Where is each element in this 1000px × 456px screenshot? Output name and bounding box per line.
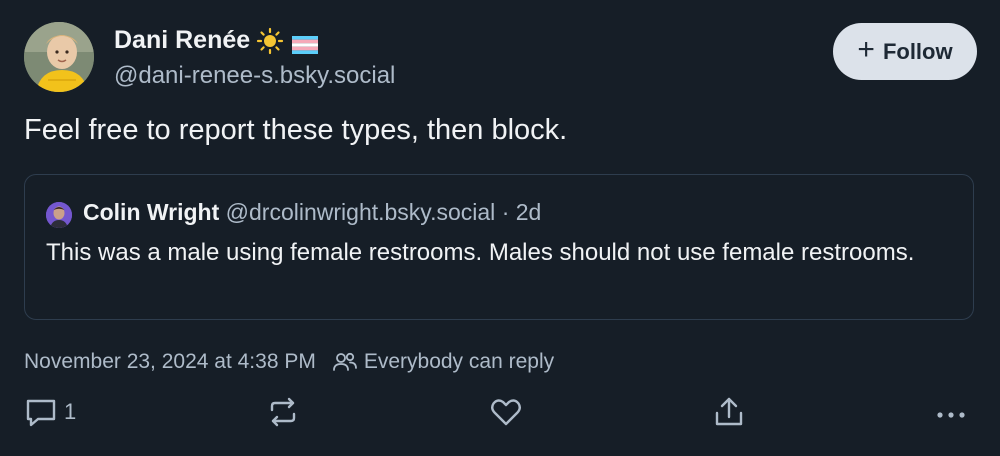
trans-flag-icon: [292, 32, 319, 54]
quote-author-handle: @drcolinwright.bsky.social: [225, 199, 496, 225]
sun-icon: [256, 27, 284, 55]
author-name[interactable]: Dani Renée: [114, 26, 250, 55]
follow-button[interactable]: + Follow: [833, 23, 977, 80]
author-handle[interactable]: @dani-renee-s.bsky.social: [114, 62, 395, 90]
repost-button[interactable]: [266, 395, 300, 429]
more-options-button[interactable]: [934, 395, 968, 429]
reply-setting[interactable]: Everybody can reply: [364, 350, 554, 374]
quote-meta: Colin Wright @drcolinwright.bsky.social …: [83, 199, 541, 226]
author-name-row[interactable]: Dani Renée: [114, 26, 319, 55]
quoted-post[interactable]: Colin Wright @drcolinwright.bsky.social …: [24, 174, 974, 320]
reply-button[interactable]: 1: [24, 395, 76, 429]
post-card: Dani Renée @dani-renee-s.bsky.social + F…: [0, 0, 1000, 456]
quote-author-avatar: [46, 202, 72, 228]
reply-icon: [24, 395, 58, 429]
post-meta: November 23, 2024 at 4:38 PM Everybody c…: [24, 350, 554, 374]
quote-text: This was a male using female restrooms. …: [46, 239, 915, 266]
plus-icon: +: [857, 33, 875, 66]
people-icon: [332, 350, 358, 374]
post-timestamp: November 23, 2024 at 4:38 PM: [24, 350, 316, 373]
action-bar: 1: [0, 395, 1000, 439]
like-icon: [489, 395, 523, 429]
more-icon: [934, 395, 968, 429]
follow-label: Follow: [882, 38, 953, 64]
post-text: Feel free to report these types, then bl…: [24, 114, 568, 146]
repost-icon: [266, 395, 300, 429]
quote-author-name: Colin Wright: [83, 199, 220, 225]
share-icon: [712, 395, 746, 429]
share-button[interactable]: [712, 395, 746, 429]
quote-age: · 2d: [501, 199, 542, 225]
like-button[interactable]: [489, 395, 523, 429]
author-avatar[interactable]: [24, 22, 94, 92]
reply-count: 1: [64, 399, 77, 424]
